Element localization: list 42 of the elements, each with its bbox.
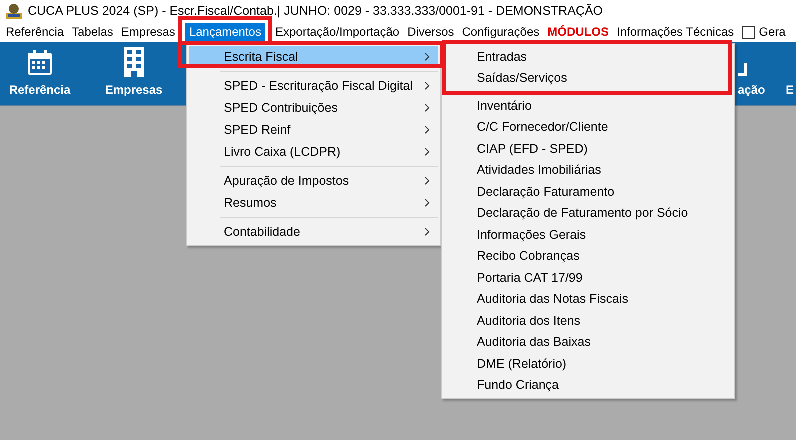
menu-item[interactable]: Informações Gerais xyxy=(451,224,725,246)
toolbar-button[interactable]: Empresas xyxy=(94,42,174,105)
menu-item[interactable]: Tabelas xyxy=(68,23,118,41)
menu-item[interactable]: CIAP (EFD - SPED) xyxy=(451,138,725,160)
menu-item[interactable]: SPED Contribuições xyxy=(189,97,438,119)
building-icon xyxy=(123,47,145,77)
menu-item[interactable]: Auditoria das Notas Fiscais xyxy=(451,288,725,310)
menu-item[interactable]: Livro Caixa (LCDPR) xyxy=(189,141,438,163)
checkbox-label[interactable]: Gera xyxy=(759,24,786,40)
menu-item[interactable]: Fundo Criança xyxy=(451,374,725,396)
menu-item[interactable]: Exportação/Importação xyxy=(271,23,404,41)
menu-item[interactable]: Lançamentos xyxy=(185,23,266,41)
menu-item[interactable]: Empresas xyxy=(117,23,180,41)
menu-item[interactable]: Configurações xyxy=(458,23,544,41)
menu-item[interactable]: Saídas/Serviços xyxy=(451,68,725,89)
checkbox[interactable] xyxy=(742,26,756,38)
menu-item[interactable]: Recibo Cobranças xyxy=(451,246,725,267)
toolbar-icon xyxy=(738,63,748,77)
menu-item[interactable]: Contabilidade xyxy=(189,221,438,243)
toolbar-button[interactable]: E xyxy=(786,42,794,105)
menu-item[interactable]: SPED - Escrituração Fiscal Digital xyxy=(189,75,438,97)
menu-item[interactable]: SPED Reinf xyxy=(189,119,438,141)
toolbar-button[interactable]: Referência xyxy=(0,42,80,105)
menu-item[interactable]: DME (Relatório) xyxy=(451,353,725,374)
menu-item[interactable]: C/C Fornecedor/Cliente xyxy=(451,116,725,138)
menu-item[interactable]: Portaria CAT 17/99 xyxy=(451,267,725,288)
menu-item[interactable]: Declaração Faturamento xyxy=(451,181,725,202)
menu-item[interactable]: Auditoria das Baixas xyxy=(451,332,725,353)
menu-item[interactable]: Diversos xyxy=(404,23,458,41)
menu-item[interactable]: Entradas xyxy=(451,46,725,68)
app-logo-icon xyxy=(5,2,23,20)
menu-item[interactable]: Declaração de Faturamento por Sócio xyxy=(451,202,725,224)
menu-item[interactable]: Apuração de Impostos xyxy=(189,170,438,192)
window-title: CUCA PLUS 2024 (SP) - Escr.Fiscal/Contab.| JUNHO: 0029 - 33.333.333/0001-91 - DEMONSTRAÇÃO xyxy=(28,4,603,18)
menu-item[interactable]: Resumos xyxy=(189,192,438,214)
menu-item[interactable]: Auditoria dos Itens xyxy=(451,310,725,332)
menu-item[interactable]: Referência xyxy=(2,23,68,41)
menu-item[interactable]: Inventário xyxy=(451,95,725,116)
calendar-icon xyxy=(26,49,54,77)
menu-item[interactable]: Informações Técnicas xyxy=(612,23,738,41)
menu-item[interactable]: Atividades Imobiliárias xyxy=(451,160,725,181)
menu-item[interactable]: MÓDULOS xyxy=(544,23,613,41)
